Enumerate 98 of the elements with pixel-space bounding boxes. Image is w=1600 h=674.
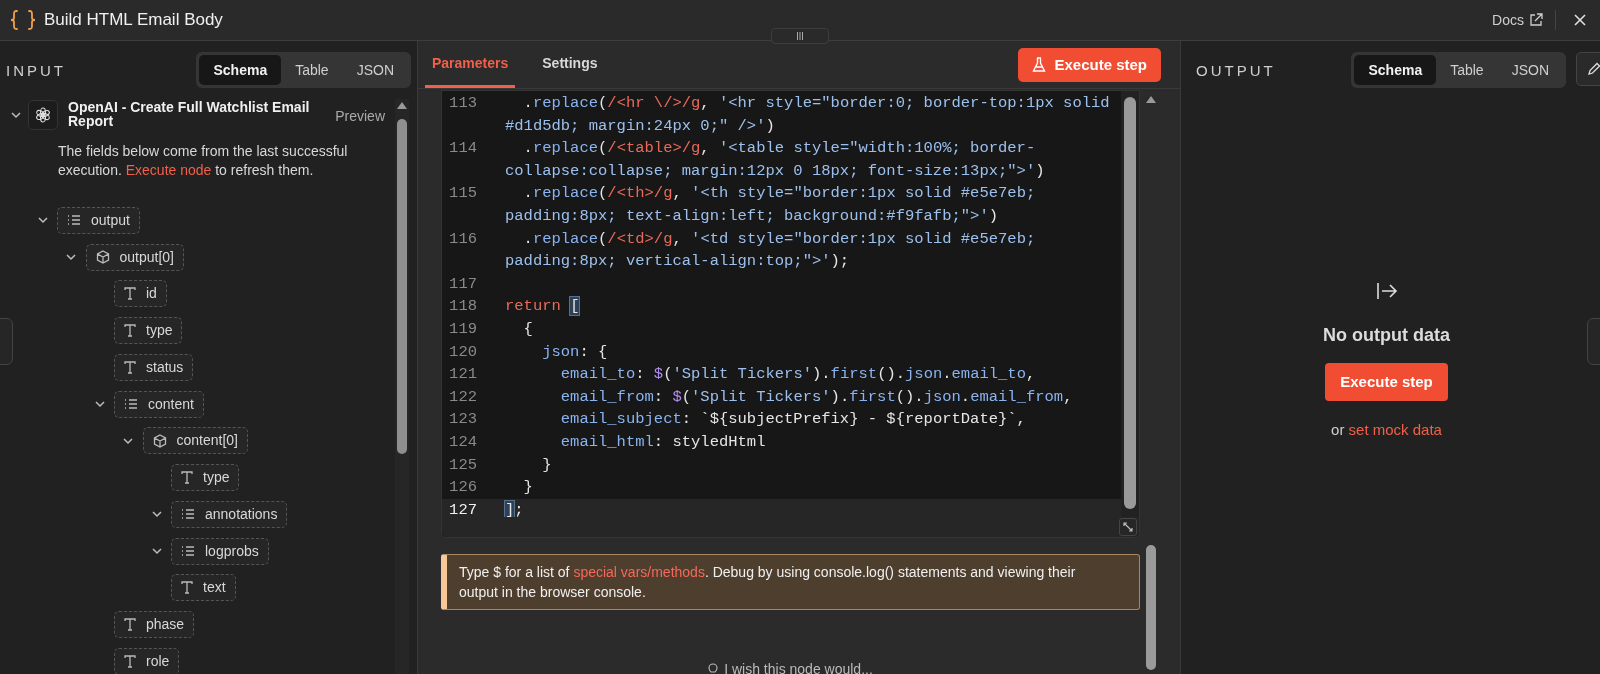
code-text: { <box>522 318 533 340</box>
line-number: 121 <box>448 364 477 386</box>
close-icon <box>1574 14 1586 26</box>
schema-field[interactable]: logprobs <box>171 537 269 565</box>
text-type-icon <box>124 360 136 374</box>
view-tab[interactable]: JSON <box>342 55 408 85</box>
chevron-down-icon[interactable] <box>10 109 22 121</box>
code-text: .replace(/<hr \/>/g, '<hr style="border:0; border-top:1px solid <box>522 93 1110 114</box>
line-number: 114 <box>448 138 477 160</box>
line-number: 118 <box>448 296 477 318</box>
code-text: #d1d5db; margin:24px 0;" />') <box>505 115 776 137</box>
code-text: json: { <box>541 341 608 363</box>
code-text: } <box>522 477 533 499</box>
schema-field[interactable]: content[0] <box>142 427 248 455</box>
line-number: 125 <box>448 454 477 476</box>
schema-field[interactable]: role <box>114 647 180 674</box>
grip-icon <box>796 32 804 40</box>
cube-icon <box>152 433 167 448</box>
text-type-icon <box>124 324 136 338</box>
special-vars-link[interactable]: special vars/methods <box>573 564 705 580</box>
schema-field[interactable]: phase <box>114 611 195 639</box>
code-text: padding:8px; vertical-align:top;">'); <box>505 251 851 273</box>
line-number: 116 <box>448 228 477 250</box>
preview-link[interactable]: Preview <box>335 106 385 127</box>
execute-step-button[interactable]: Execute step <box>1018 48 1161 82</box>
list-icon <box>181 545 195 558</box>
text-type-icon <box>124 618 136 632</box>
view-tab[interactable]: Table <box>281 55 343 85</box>
schema-description: The fields below come from the last successful execution. Execute node to refresh them. <box>58 142 349 180</box>
flask-icon <box>1032 57 1047 73</box>
mock-data-hint: or set mock data <box>1331 420 1442 440</box>
scrollbar-thumb[interactable] <box>1124 97 1136 509</box>
swirl-icon <box>35 107 51 123</box>
scroll-up-icon[interactable] <box>1145 95 1156 103</box>
pencil-icon <box>1587 62 1600 76</box>
view-tab[interactable]: Schema <box>199 55 282 85</box>
view-tab[interactable]: Table <box>1436 55 1498 85</box>
code-text: } <box>541 454 552 476</box>
line-number: 120 <box>448 341 477 363</box>
code-text: email_from: $('Split Tickers').first().json.email_from, <box>559 386 1073 408</box>
code-text: ]; <box>505 499 524 517</box>
parameter-tab[interactable]: Settings <box>535 41 605 88</box>
empty-state-title: No output data <box>1323 324 1450 347</box>
text-type-icon <box>124 287 136 301</box>
list-icon <box>124 398 138 411</box>
text-type-icon <box>124 654 136 668</box>
execute-step-button[interactable]: Execute step <box>1325 363 1448 401</box>
code-text: email_to: $('Split Tickers').first().json.email_to, <box>559 364 1036 386</box>
resize-handle[interactable] <box>771 28 829 44</box>
schema-field[interactable]: status <box>114 353 194 381</box>
list-icon <box>181 508 195 521</box>
panel-heading: INPUT <box>6 61 66 81</box>
external-link-icon <box>1529 13 1543 27</box>
node-title: Build HTML Email Body <box>44 9 223 32</box>
panel-heading: OUTPUT <box>1196 61 1276 81</box>
code-text: collapse:collapse; margin:12px 0 18px; font-size:13px;">') <box>505 160 1045 182</box>
line-number: 126 <box>448 477 477 499</box>
schema-field[interactable]: content <box>114 390 204 418</box>
line-number: 117 <box>448 273 477 295</box>
line-number: 113 <box>448 93 477 114</box>
list-icon <box>67 214 81 227</box>
view-tab[interactable]: JSON <box>1497 55 1563 85</box>
code-text: return [ <box>505 296 580 318</box>
code-text: .replace(/<td>/g, '<td style="border:1px solid #e5e7eb; <box>522 228 1036 250</box>
code-text: padding:8px; text-align:left; background:#f9fafb;">') <box>505 205 999 227</box>
code-text: email_html: styledHtml <box>559 431 766 453</box>
scrollbar-thumb[interactable] <box>397 119 407 454</box>
source-node-title: OpenAI - Create Full Watchlist Email Report <box>68 100 311 128</box>
schema-field[interactable]: type <box>114 317 183 345</box>
schema-field[interactable]: annotations <box>171 500 288 528</box>
hint-message: Type $ for a list of special vars/methods. Debug by using console.log() statements and viewing their output in the browser console. <box>441 554 1140 610</box>
schema-field[interactable]: type <box>171 464 240 492</box>
cube-icon <box>95 250 110 265</box>
export-arrow-icon <box>1375 282 1398 300</box>
text-type-icon <box>181 471 193 485</box>
set-mock-data-link[interactable]: set mock data <box>1348 421 1442 438</box>
scroll-up-icon[interactable] <box>397 101 407 109</box>
code-text: email_subject: `${subjectPrefix} - ${reportDate}`, <box>559 409 1026 431</box>
view-tab[interactable]: Schema <box>1354 55 1437 85</box>
scrollbar-thumb[interactable] <box>1145 545 1156 670</box>
text-type-icon <box>181 581 193 595</box>
schema-field[interactable]: output[0] <box>85 243 184 271</box>
code-text: .replace(/<th>/g, '<th style="border:1px solid #e5e7eb; <box>522 183 1036 205</box>
execute-node-link[interactable]: Execute node <box>125 162 212 178</box>
schema-field[interactable]: id <box>114 280 167 308</box>
line-number: 123 <box>448 409 477 431</box>
schema-field[interactable]: output <box>57 206 140 234</box>
line-number: 119 <box>448 318 477 340</box>
braces-icon <box>10 9 36 31</box>
schema-field[interactable]: text <box>171 574 236 602</box>
docs-link[interactable]: Docs <box>1492 9 1543 31</box>
feedback-link[interactable]: I wish this node would... <box>708 659 873 674</box>
line-number: 115 <box>448 183 477 205</box>
expand-icon[interactable] <box>1122 521 1134 533</box>
line-number: 124 <box>448 431 477 453</box>
line-number: 122 <box>448 386 477 408</box>
line-number: 127 <box>448 499 477 517</box>
code-text: .replace(/<table>/g, '<table style="width:100%; border- <box>522 138 1037 160</box>
